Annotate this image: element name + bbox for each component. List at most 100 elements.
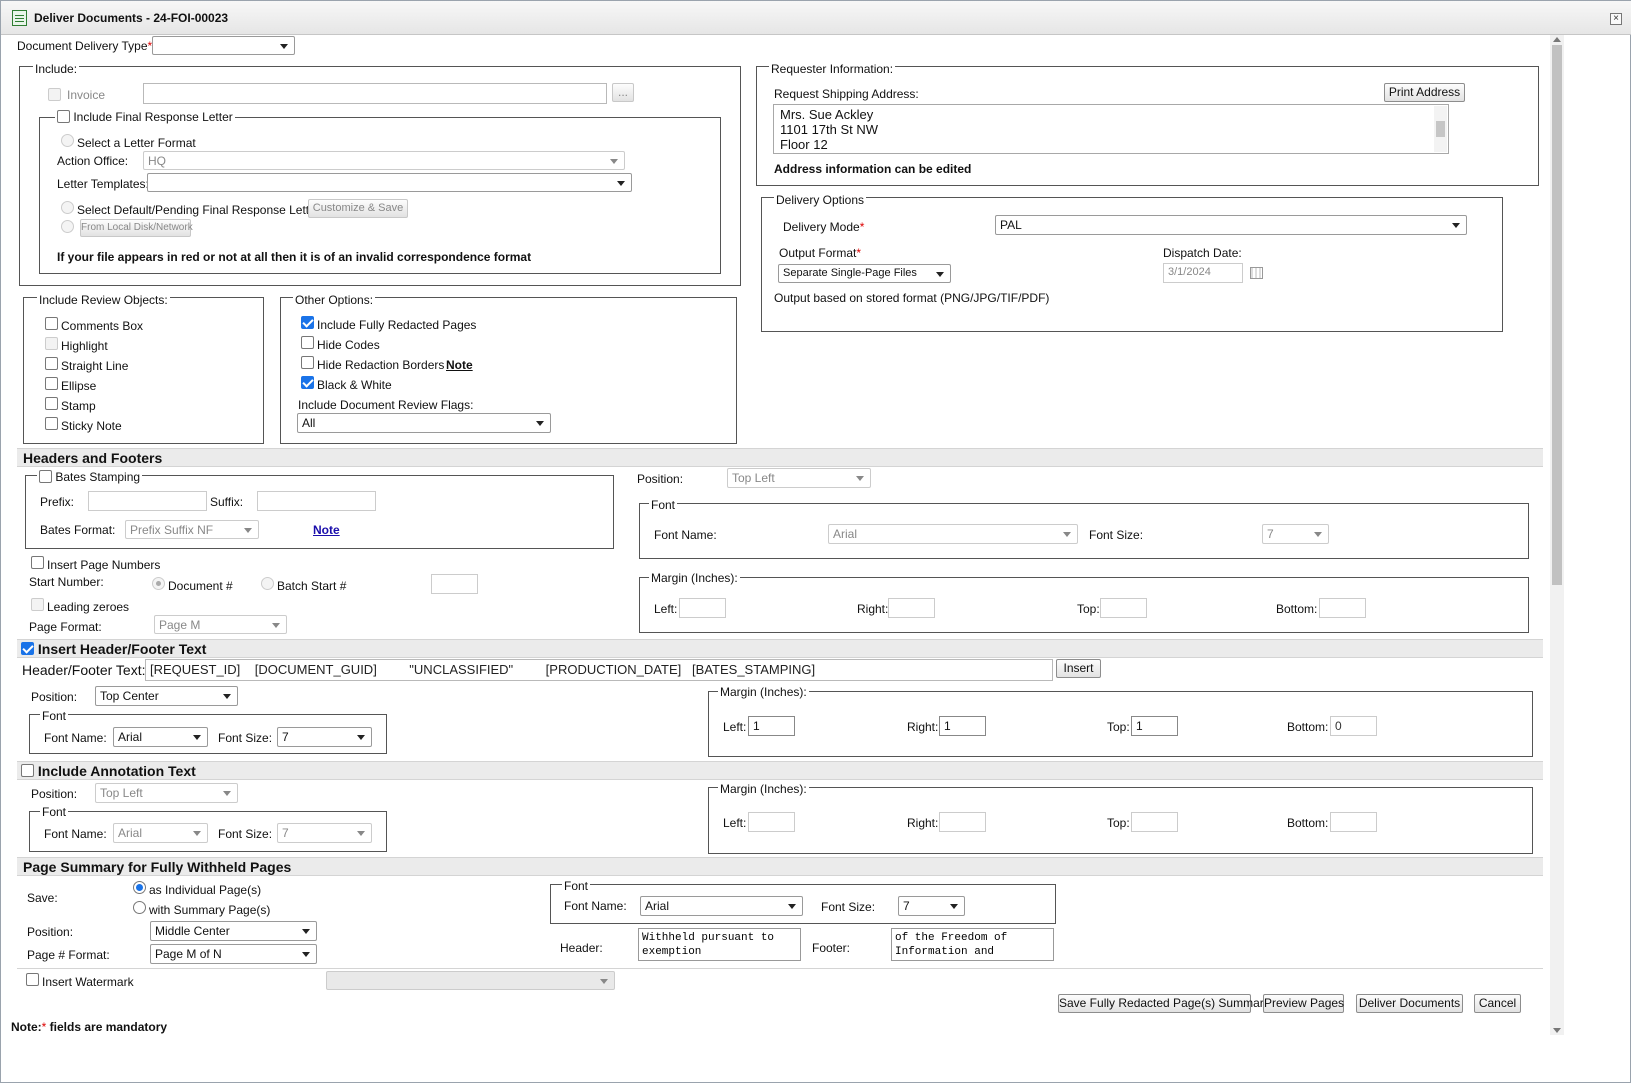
header-text-checkbox[interactable] — [21, 642, 34, 655]
ht-margin-right-input[interactable]: 1 — [939, 716, 986, 736]
hf-margin-right-input[interactable] — [888, 598, 935, 618]
highlight-checkbox[interactable] — [45, 337, 58, 350]
output-format-select[interactable]: Separate Single-Page Files — [778, 264, 951, 283]
include-legend: Include: — [33, 62, 80, 76]
ellipse-checkbox[interactable] — [45, 377, 58, 390]
stamp-checkbox[interactable] — [45, 397, 58, 410]
an-position-select[interactable]: Top Left — [95, 783, 238, 803]
batch-start-input[interactable] — [431, 574, 478, 594]
sticky-note-label: Sticky Note — [61, 419, 122, 433]
ps-page-format-select[interactable]: Page M of N — [150, 944, 317, 964]
hf-position-select[interactable]: Top Left — [727, 468, 871, 488]
ht-margin-left-input[interactable]: 1 — [748, 716, 795, 736]
action-office-select[interactable]: HQ — [143, 151, 625, 170]
select-format-radio[interactable] — [61, 134, 74, 147]
insert-button[interactable]: Insert — [1056, 659, 1101, 678]
dispatch-date-input[interactable]: 3/1/2024 — [1163, 263, 1243, 283]
final-letter-checkbox[interactable] — [57, 110, 70, 123]
an-margin-top-input[interactable] — [1131, 812, 1178, 832]
hf-font-name-label: Font Name: — [654, 528, 717, 542]
close-icon[interactable]: × — [1610, 13, 1622, 25]
individual-pages-label: as Individual Page(s) — [149, 883, 262, 897]
ht-font-size-select[interactable]: 7 — [277, 727, 372, 747]
preview-pages-button[interactable]: Preview Pages — [1263, 994, 1344, 1013]
bates-format-select[interactable]: Prefix Suffix NF — [125, 520, 259, 539]
invoice-browse-button[interactable]: ... — [612, 83, 634, 102]
scroll-down-icon[interactable] — [1553, 1028, 1561, 1033]
hide-codes-checkbox[interactable] — [301, 336, 314, 349]
deliver-documents-button[interactable]: Deliver Documents — [1356, 994, 1463, 1013]
ps-position-select[interactable]: Middle Center — [150, 921, 317, 941]
calendar-icon[interactable] — [1250, 267, 1263, 279]
customize-save-button[interactable]: Customize & Save — [308, 199, 408, 218]
batch-start-radio[interactable] — [261, 577, 274, 590]
invoice-file-input[interactable] — [143, 83, 607, 104]
ps-footer-textarea[interactable]: of the Freedom of Information and — [891, 928, 1054, 961]
ps-header-textarea[interactable]: Withheld pursuant to exemption — [638, 928, 801, 961]
delivery-mode-select[interactable]: PAL — [995, 215, 1467, 235]
cancel-button[interactable]: Cancel — [1474, 994, 1521, 1013]
shipping-address-textarea[interactable]: Mrs. Sue Ackley 1101 17th St NW Floor 12 — [773, 104, 1449, 154]
watermark-label: Insert Watermark — [42, 975, 134, 989]
straight-line-checkbox[interactable] — [45, 357, 58, 370]
prefix-input[interactable] — [88, 491, 207, 511]
print-address-button[interactable]: Print Address — [1384, 83, 1465, 102]
an-margin-left-input[interactable] — [748, 812, 795, 832]
delivery-type-select[interactable] — [152, 36, 295, 55]
watermark-checkbox[interactable] — [26, 973, 39, 986]
header-text-input[interactable]: [REQUEST_ID] [DOCUMENT_GUID] "UNCLASSIFI… — [145, 659, 1053, 681]
page-numbers-checkbox[interactable] — [31, 556, 44, 569]
ht-margin-bottom-input[interactable]: 0 — [1330, 716, 1377, 736]
ht-font-legend: Font — [40, 709, 69, 723]
page-format-select[interactable]: Page M — [154, 615, 287, 634]
sticky-note-checkbox[interactable] — [45, 417, 58, 430]
an-margin-right-input[interactable] — [939, 812, 986, 832]
individual-pages-radio[interactable] — [133, 881, 146, 894]
bates-label: Bates Stamping — [55, 470, 141, 484]
ps-font-size-select[interactable]: 7 — [898, 896, 965, 916]
ht-position-select[interactable]: Top Center — [95, 686, 238, 706]
from-local-radio[interactable] — [61, 220, 74, 233]
hide-borders-note-link[interactable]: Note — [446, 358, 473, 372]
address-scrollbar[interactable] — [1434, 106, 1447, 152]
comments-box-checkbox[interactable] — [45, 317, 58, 330]
document-num-radio[interactable] — [152, 577, 165, 590]
hf-font-name-select[interactable]: Arial — [828, 524, 1078, 544]
hf-margin-bottom-input[interactable] — [1319, 598, 1366, 618]
scroll-up-icon[interactable] — [1553, 37, 1561, 42]
from-local-button[interactable]: From Local Disk/Network — [80, 219, 193, 237]
fully-redacted-checkbox[interactable] — [301, 316, 314, 329]
save-summary-button[interactable]: Save Fully Redacted Page(s) Summary — [1058, 994, 1270, 1013]
hf-margin-top-input[interactable] — [1100, 598, 1147, 618]
ps-font-name-select[interactable]: Arial — [640, 896, 803, 916]
hf-margin-left-input[interactable] — [679, 598, 726, 618]
review-objects-fieldset — [23, 297, 264, 444]
address-scrollbar-thumb[interactable] — [1436, 121, 1445, 137]
summary-pages-radio[interactable] — [133, 901, 146, 914]
invoice-checkbox[interactable] — [48, 88, 61, 101]
requester-legend: Requester Information: — [769, 62, 896, 76]
header-text-title: Insert Header/Footer Text — [37, 641, 207, 657]
an-margin-bottom-input[interactable] — [1330, 812, 1377, 832]
dialog-scrollbar[interactable] — [1550, 35, 1564, 1035]
an-font-size-select[interactable]: 7 — [277, 823, 372, 843]
leading-zeroes-checkbox[interactable] — [31, 598, 44, 611]
bates-note-link[interactable]: Note — [313, 523, 340, 537]
an-font-name-select[interactable]: Arial — [113, 823, 208, 843]
watermark-select[interactable] — [326, 971, 615, 990]
hide-codes-label: Hide Codes — [317, 338, 380, 352]
hide-borders-checkbox[interactable] — [301, 356, 314, 369]
bates-checkbox[interactable] — [39, 470, 52, 483]
ht-font-name-select[interactable]: Arial — [113, 727, 208, 747]
dialog-scrollbar-thumb[interactable] — [1552, 45, 1562, 585]
suffix-input[interactable] — [257, 491, 376, 511]
letter-templates-select[interactable] — [147, 173, 632, 192]
annotation-checkbox[interactable] — [21, 764, 34, 777]
review-flags-select[interactable]: All — [297, 413, 551, 433]
black-white-checkbox[interactable] — [301, 376, 314, 389]
hf-font-size-select[interactable]: 7 — [1262, 524, 1329, 544]
an-font-legend: Font — [40, 805, 69, 819]
annotation-section-title: Include Annotation Text — [17, 761, 1543, 780]
ht-margin-top-input[interactable]: 1 — [1131, 716, 1178, 736]
select-default-radio[interactable] — [61, 201, 74, 214]
